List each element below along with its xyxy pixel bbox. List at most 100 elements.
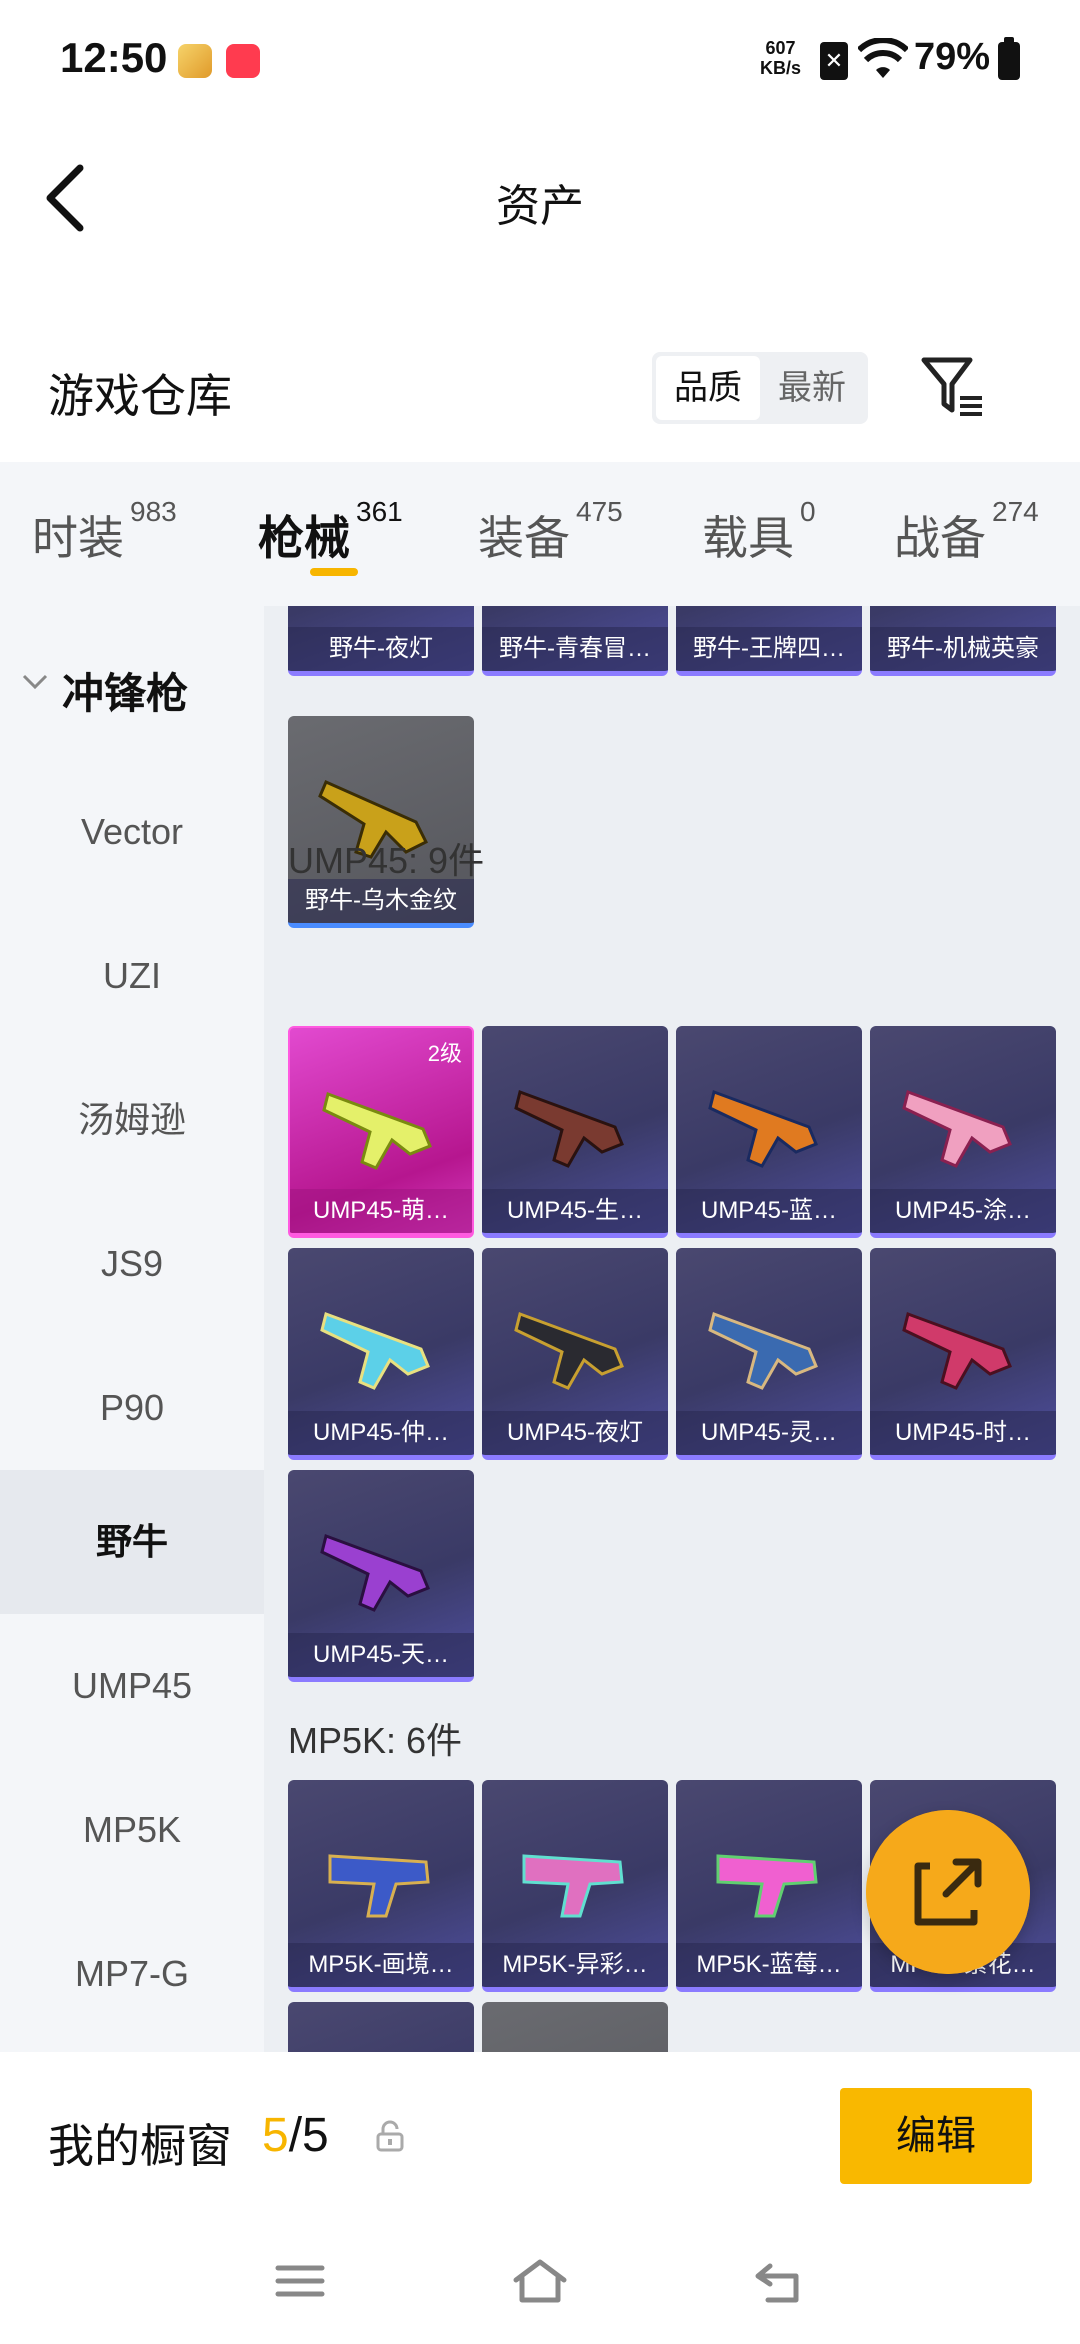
sidebar-item-bizon[interactable]: 野牛 xyxy=(0,1470,264,1614)
weapon-image xyxy=(322,1092,432,1170)
weapon-card[interactable]: UMP45-灵… xyxy=(676,1248,862,1460)
weapon-name: UMP45-生… xyxy=(482,1189,668,1233)
home-icon[interactable] xyxy=(510,2256,570,2306)
weapon-name: UMP45-萌… xyxy=(290,1189,472,1233)
weapon-image xyxy=(704,606,834,610)
weapon-image xyxy=(902,1090,1012,1168)
edit-button[interactable]: 编辑 xyxy=(840,2088,1032,2184)
weapon-card[interactable]: UMP45-生… xyxy=(482,1026,668,1238)
section-label-ump45: UMP45: 9件 xyxy=(288,840,485,881)
tab-weapons[interactable]: 枪械361 xyxy=(258,496,403,568)
weapon-type-sidebar: 冲锋枪 Vector UZI 汤姆逊 JS9 P90 野牛 UMP45 MP5K… xyxy=(0,606,264,2052)
weapon-image xyxy=(328,1854,430,1918)
weapon-image xyxy=(708,1090,818,1168)
weapon-image xyxy=(320,1312,430,1390)
weapon-card[interactable]: UMP45-蓝… xyxy=(676,1026,862,1238)
weapon-level-badge: 2级 xyxy=(427,1041,462,1066)
tab-count: 475 xyxy=(576,496,623,527)
weapon-card[interactable]: 野牛-王牌四… xyxy=(676,606,862,676)
weapon-image xyxy=(522,1854,624,1918)
sidebar-item-vector[interactable]: Vector xyxy=(0,760,264,904)
weapon-name: 野牛-乌木金纹 xyxy=(288,879,474,923)
tab-label: 战备 xyxy=(894,512,986,564)
status-time: 12:50 xyxy=(60,34,168,81)
tab-label: 时装 xyxy=(32,512,124,564)
weapon-name: UMP45-涂… xyxy=(870,1189,1056,1233)
weapon-card[interactable]: UMP45-时… xyxy=(870,1248,1056,1460)
tab-fashion[interactable]: 时装983 xyxy=(32,496,177,568)
sidebar-item-thompson[interactable]: 汤姆逊 xyxy=(0,1048,264,1192)
weapon-card[interactable] xyxy=(288,2002,474,2052)
battery-percent: 79% xyxy=(914,36,991,78)
system-nav-bar xyxy=(0,2212,1080,2344)
weapon-name: UMP45-灵… xyxy=(676,1411,862,1455)
sidebar-group-smg[interactable]: 冲锋枪 xyxy=(0,646,264,726)
battery-icon xyxy=(998,37,1020,80)
tab-label: 装备 xyxy=(478,512,570,564)
chevron-down-icon xyxy=(22,674,48,690)
net-speed-unit: KB/s xyxy=(760,58,802,78)
weapon-card[interactable]: 2级 UMP45-萌… xyxy=(288,1026,474,1238)
weapon-card[interactable]: 野牛-机械英豪 xyxy=(870,606,1056,676)
weapon-name: 野牛-机械英豪 xyxy=(870,627,1056,671)
share-button[interactable] xyxy=(866,1810,1030,1974)
weapon-card[interactable]: MP5K-蓝莓… xyxy=(676,1780,862,1992)
category-tabs: 时装983 枪械361 装备475 载具0 战备274 xyxy=(0,462,1080,606)
tab-vehicles[interactable]: 载具0 xyxy=(702,496,816,568)
notification-store-icon xyxy=(226,44,260,78)
weapon-card[interactable]: 野牛-夜灯 xyxy=(288,606,474,676)
back-nav-icon[interactable] xyxy=(750,2256,810,2306)
menu-icon[interactable] xyxy=(270,2256,330,2306)
sort-newest-button[interactable]: 最新 xyxy=(760,356,864,420)
weapon-card[interactable] xyxy=(482,2002,668,2052)
weapon-name: MP5K-异彩… xyxy=(482,1943,668,1987)
sidebar-item-js9[interactable]: JS9 xyxy=(0,1192,264,1336)
weapon-card[interactable]: UMP45-仲… xyxy=(288,1248,474,1460)
weapon-card[interactable]: MP5K-异彩… xyxy=(482,1780,668,1992)
sort-toggle: 品质 最新 xyxy=(652,352,868,424)
weapon-card[interactable]: UMP45-夜灯 xyxy=(482,1248,668,1460)
lock-icon xyxy=(376,2120,404,2152)
weapon-name: MP5K-画境… xyxy=(288,1943,474,1987)
filter-icon[interactable] xyxy=(920,354,984,418)
weapon-name: MP5K-蓝莓… xyxy=(676,1943,862,1987)
sort-quality-button[interactable]: 品质 xyxy=(656,356,760,420)
showcase-bar: 我的橱窗 5/5 编辑 xyxy=(0,2052,1080,2212)
net-speed: 607 KB/s xyxy=(760,38,801,78)
weapon-card[interactable]: 野牛-青春冒… xyxy=(482,606,668,676)
weapon-name: UMP45-夜灯 xyxy=(482,1411,668,1455)
weapon-image xyxy=(708,1312,818,1390)
weapon-name: 野牛-青春冒… xyxy=(482,627,668,671)
sidebar-item-uzi[interactable]: UZI xyxy=(0,904,264,1048)
net-speed-value: 607 xyxy=(765,38,796,58)
weapon-image xyxy=(316,606,446,610)
tab-equipment[interactable]: 装备475 xyxy=(478,496,623,568)
status-bar: 12:50 607 KB/s ✕ 79% xyxy=(0,0,1080,120)
weapon-card[interactable]: UMP45-天… xyxy=(288,1470,474,1682)
weapon-image xyxy=(320,1534,430,1612)
weapon-image xyxy=(514,1312,624,1390)
active-tab-indicator xyxy=(310,568,358,576)
section-label-mp5k: MP5K: 6件 xyxy=(288,1720,463,1761)
sidebar-item-mp7g[interactable]: MP7-G xyxy=(0,1902,264,2046)
weapon-card[interactable]: MP5K-画境… xyxy=(288,1780,474,1992)
weapon-image xyxy=(716,1854,818,1918)
weapon-card[interactable]: 野牛-乌木金纹 xyxy=(288,716,474,928)
weapon-name: UMP45-时… xyxy=(870,1411,1056,1455)
wifi-icon xyxy=(858,38,908,78)
weapon-image xyxy=(510,606,640,610)
tab-label: 载具 xyxy=(702,512,794,564)
showcase-total: /5 xyxy=(288,2109,329,2162)
sidebar-item-ump45[interactable]: UMP45 xyxy=(0,1614,264,1758)
weapon-image xyxy=(898,606,1028,610)
weapon-image xyxy=(902,1312,1012,1390)
sidebar-item-p90[interactable]: P90 xyxy=(0,1336,264,1480)
sidebar-group-label: 冲锋枪 xyxy=(62,670,189,717)
weapon-name: UMP45-天… xyxy=(288,1633,474,1677)
tab-count: 361 xyxy=(356,496,403,527)
weapon-card[interactable]: UMP45-涂… xyxy=(870,1026,1056,1238)
tab-gear[interactable]: 战备274 xyxy=(894,496,1039,568)
tab-count: 983 xyxy=(130,496,177,527)
tab-count: 274 xyxy=(992,496,1039,527)
sidebar-item-mp5k[interactable]: MP5K xyxy=(0,1758,264,1902)
